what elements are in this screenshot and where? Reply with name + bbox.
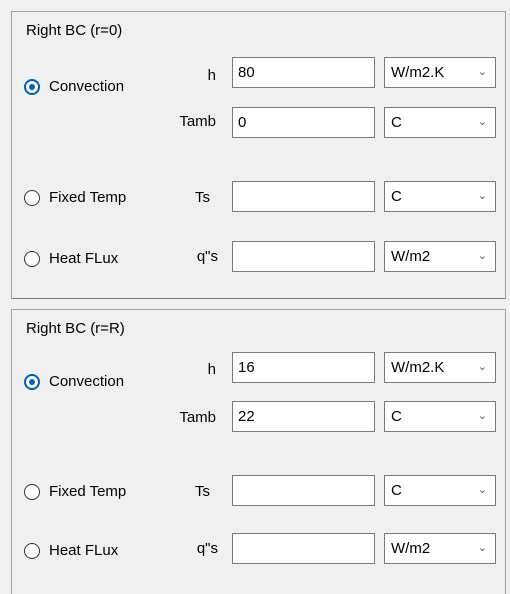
chevron-down-icon: ⌄ — [477, 361, 487, 373]
qs-input[interactable] — [232, 241, 375, 272]
qs-label: q"s — [196, 248, 218, 265]
fixed-temp-label: Fixed Temp — [49, 189, 127, 206]
chevron-down-icon: ⌄ — [477, 190, 487, 202]
h-unit-value: W/m2.K — [391, 359, 445, 376]
h-unit-select[interactable]: W/m2.K ⌄ — [384, 352, 496, 383]
ts-unit-select[interactable]: C ⌄ — [384, 475, 496, 506]
heat-flux-radio[interactable]: Heat FLux — [24, 542, 118, 559]
chevron-down-icon: ⌄ — [477, 410, 487, 422]
radio-unchecked-icon[interactable] — [24, 250, 40, 267]
tamb-input[interactable] — [232, 107, 375, 138]
qs-unit-select[interactable]: W/m2 ⌄ — [384, 533, 496, 564]
ts-unit-value: C — [391, 188, 402, 205]
tamb-unit-select[interactable]: C ⌄ — [384, 401, 496, 432]
heat-flux-radio[interactable]: Heat FLux — [24, 250, 118, 267]
radio-unchecked-icon[interactable] — [24, 189, 40, 206]
boundary-group-rR: Right BC (r=R) Convection h W/m2.K ⌄ Tam… — [11, 309, 506, 594]
convection-label: Convection — [49, 78, 125, 95]
qs-unit-value: W/m2 — [391, 540, 431, 557]
ts-label: Ts — [195, 189, 210, 206]
tamb-unit-select[interactable]: C ⌄ — [384, 107, 496, 138]
chevron-down-icon: ⌄ — [477, 116, 487, 128]
chevron-down-icon: ⌄ — [477, 66, 487, 78]
h-input[interactable] — [232, 57, 375, 88]
fixed-temp-radio[interactable]: Fixed Temp — [24, 189, 126, 206]
radio-unchecked-icon[interactable] — [24, 483, 40, 500]
radio-unchecked-icon[interactable] — [24, 542, 40, 559]
qs-input[interactable] — [232, 533, 375, 564]
ts-unit-value: C — [391, 482, 402, 499]
tamb-input[interactable] — [232, 401, 375, 432]
chevron-down-icon: ⌄ — [477, 542, 487, 554]
radio-checked-icon[interactable] — [24, 373, 40, 390]
convection-label: Convection — [49, 373, 125, 390]
h-unit-value: W/m2.K — [391, 64, 445, 81]
fixed-temp-label: Fixed Temp — [49, 483, 127, 500]
chevron-down-icon: ⌄ — [477, 250, 487, 262]
ts-unit-select[interactable]: C ⌄ — [384, 181, 496, 212]
chevron-down-icon: ⌄ — [477, 484, 487, 496]
convection-radio[interactable]: Convection — [24, 78, 124, 95]
ts-label: Ts — [195, 483, 210, 500]
ts-input[interactable] — [232, 181, 375, 212]
convection-radio[interactable]: Convection — [24, 373, 124, 390]
heat-flux-label: Heat FLux — [49, 250, 119, 267]
group-title: Right BC (r=0) — [26, 22, 123, 39]
qs-unit-select[interactable]: W/m2 ⌄ — [384, 241, 496, 272]
fixed-temp-radio[interactable]: Fixed Temp — [24, 483, 126, 500]
qs-label: q"s — [196, 540, 218, 557]
tamb-label: Tamb — [179, 409, 216, 426]
h-label: h — [207, 361, 216, 378]
group-title: Right BC (r=R) — [26, 320, 125, 337]
heat-flux-label: Heat FLux — [49, 542, 119, 559]
radio-checked-icon[interactable] — [24, 78, 40, 95]
tamb-label: Tamb — [179, 113, 216, 130]
h-unit-select[interactable]: W/m2.K ⌄ — [384, 57, 496, 88]
boundary-group-r0: Right BC (r=0) Convection h W/m2.K ⌄ Tam… — [11, 11, 506, 299]
ts-input[interactable] — [232, 475, 375, 506]
h-input[interactable] — [232, 352, 375, 383]
tamb-unit-value: C — [391, 408, 402, 425]
h-label: h — [207, 67, 216, 84]
tamb-unit-value: C — [391, 114, 402, 131]
qs-unit-value: W/m2 — [391, 248, 431, 265]
